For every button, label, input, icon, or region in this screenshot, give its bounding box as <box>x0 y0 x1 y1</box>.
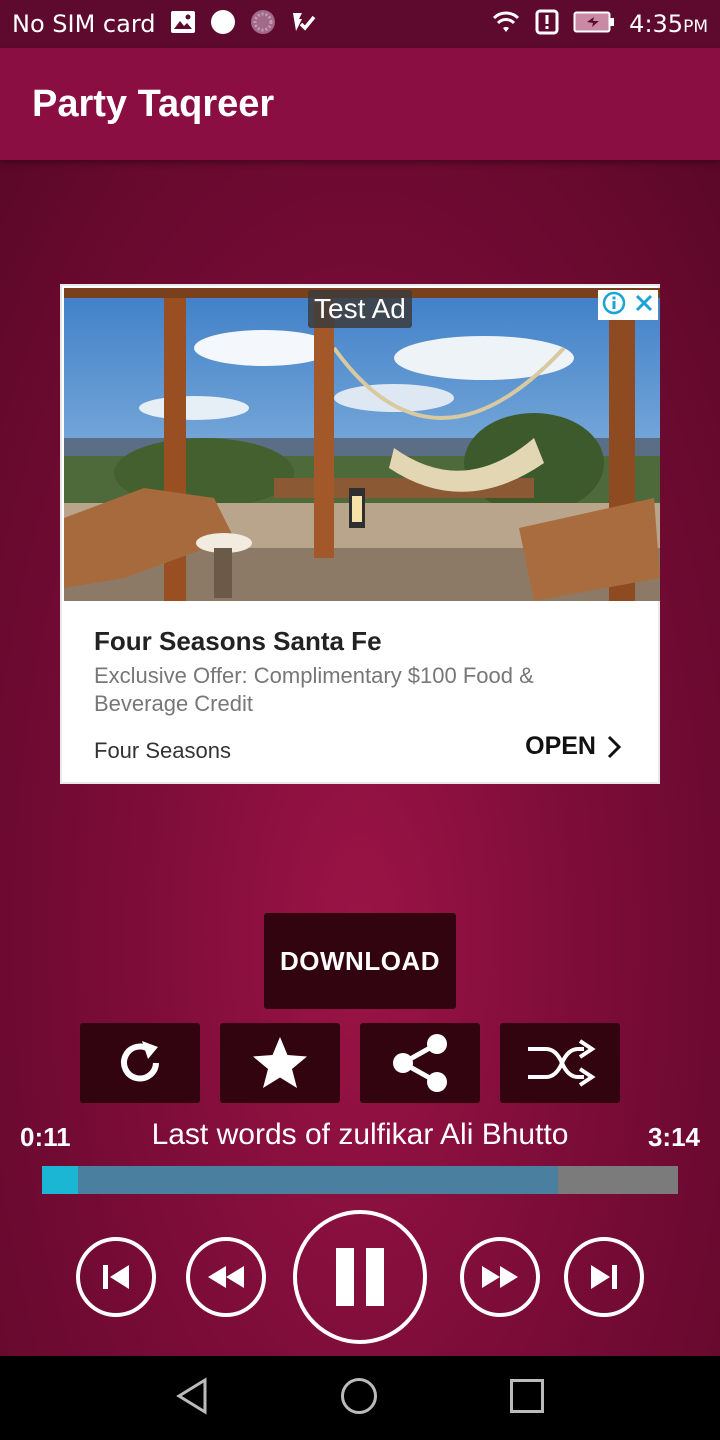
previous-track-button[interactable] <box>76 1237 156 1317</box>
home-nav-button[interactable] <box>339 1376 379 1421</box>
star-icon <box>253 1037 307 1088</box>
test-ad-badge: Test Ad <box>308 290 412 328</box>
clock-suffix: PM <box>683 17 708 37</box>
player-screen: Test Ad Four Seasons Santa Fe Exclusive … <box>0 160 720 1356</box>
total-duration: 3:14 <box>647 1122 700 1152</box>
skip-next-icon <box>591 1265 617 1289</box>
track-title: Last words of zulfikar Ali Bhutto <box>151 1118 569 1151</box>
close-ad-icon[interactable] <box>634 293 654 318</box>
status-bar-left: No SIM card <box>12 9 316 40</box>
app-bar: Party Taqreer <box>0 48 720 160</box>
ad-choices[interactable] <box>598 290 658 320</box>
carrier-label: No SIM card <box>12 10 156 38</box>
ad-open-button[interactable]: OPEN <box>525 732 622 761</box>
app-title: Party Taqreer <box>32 82 275 125</box>
fast-forward-icon <box>482 1266 518 1288</box>
download-button[interactable]: DOWNLOAD <box>264 913 456 1009</box>
share-icon <box>393 1034 447 1092</box>
ad-image[interactable]: Test Ad <box>64 288 660 601</box>
circle-notification-icon <box>210 9 236 40</box>
ad-description: Exclusive Offer: Complimentary $100 Food… <box>94 663 534 716</box>
skip-previous-icon <box>103 1265 129 1289</box>
status-bar: No SIM card 4:35PM <box>0 0 720 48</box>
ad-headline[interactable]: Four Seasons Santa Fe <box>94 626 382 657</box>
back-triangle-icon <box>176 1376 207 1415</box>
system-nav-bar <box>0 1356 720 1440</box>
ad-advertiser: Four Seasons <box>94 738 231 763</box>
battery-charging-icon <box>573 11 615 38</box>
seek-bar-buffered <box>42 1166 558 1194</box>
back-nav-button[interactable] <box>175 1376 209 1420</box>
rewind-icon <box>208 1266 244 1288</box>
rewind-button[interactable] <box>186 1237 266 1317</box>
ad-open-label: OPEN <box>525 732 596 760</box>
fast-forward-button[interactable] <box>460 1237 540 1317</box>
gallery-notification-icon <box>170 10 196 39</box>
pause-icon <box>336 1248 384 1306</box>
wifi-icon <box>491 10 521 39</box>
recents-nav-button[interactable] <box>509 1378 545 1419</box>
chevron-right-icon <box>607 735 622 758</box>
next-track-button[interactable] <box>564 1237 644 1317</box>
shuffle-button[interactable] <box>500 1023 620 1103</box>
elapsed-time: 0:11 <box>20 1122 71 1152</box>
repeat-button[interactable] <box>80 1023 200 1103</box>
status-bar-right: 4:35PM <box>491 9 708 40</box>
pause-button[interactable] <box>293 1210 427 1344</box>
recents-square-icon <box>510 1378 544 1413</box>
repeat-icon <box>121 1041 159 1082</box>
clock: 4:35PM <box>629 10 708 38</box>
home-circle-icon <box>341 1377 377 1414</box>
dotted-circle-notification-icon <box>250 9 276 40</box>
clock-time: 4:35 <box>629 10 684 38</box>
seek-bar[interactable] <box>42 1166 678 1194</box>
native-ad[interactable]: Test Ad Four Seasons Santa Fe Exclusive … <box>60 284 660 784</box>
info-icon[interactable] <box>602 291 626 320</box>
favorite-button[interactable] <box>220 1023 340 1103</box>
alert-icon <box>535 9 559 40</box>
seek-bar-played <box>42 1166 78 1194</box>
shuffle-icon <box>528 1039 596 1087</box>
share-button[interactable] <box>360 1023 480 1103</box>
task-check-notification-icon <box>290 9 316 40</box>
